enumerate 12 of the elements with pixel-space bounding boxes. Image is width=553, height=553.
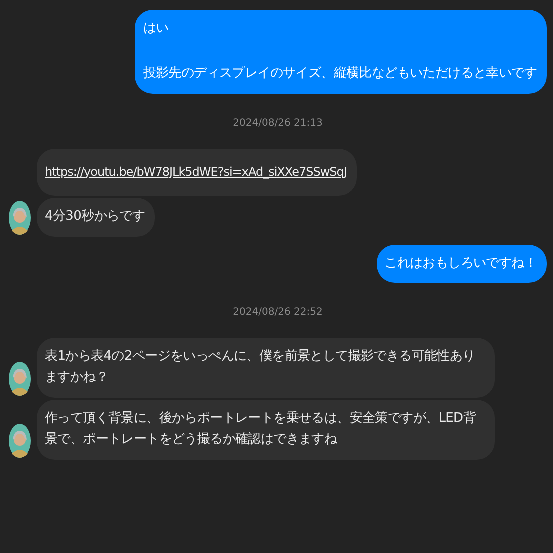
message-text: 投影先のディスプレイのサイズ、縦横比などもいただけると幸いです [143,64,537,83]
message-text: これはおもしろいですね！ [384,254,537,273]
message-text: 表1から表4の2ページをいっぺんに、僕を前景として撮影できる可能性ありますかね？ [45,348,476,388]
message-link[interactable]: https://youtu.be/bW78JLk5dWE?si=xAd_siXXe7SSwSqJ [45,158,347,187]
avatar-icon[interactable] [9,362,31,396]
message-text: 4分30秒からです [45,208,146,226]
message-text: 作って頂く背景に、後からポートレートを乗せるは、安全策ですが、LED背景で、ポートレートをどう撮るか確認はできますね [45,410,477,449]
message-text: はい [143,20,170,38]
avatar-icon[interactable] [9,424,31,458]
timestamp: 2024/08/26 22:52 [232,307,324,318]
timestamp: 2024/08/26 21:13 [232,118,324,129]
avatar-icon[interactable] [9,200,31,235]
